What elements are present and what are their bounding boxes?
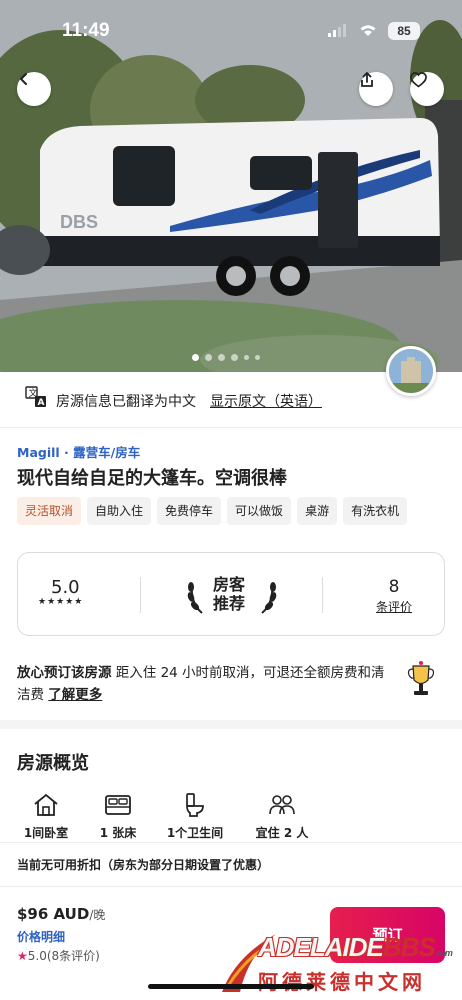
host-avatar-image — [389, 349, 433, 393]
overview-label: 宜住 2 人 — [255, 826, 309, 840]
divider — [0, 842, 462, 843]
photo-pagination[interactable] — [192, 354, 260, 361]
listing-location-type: Magill · 露营车/房车 — [17, 445, 141, 460]
price-details-link[interactable]: 价格明细 — [17, 928, 65, 945]
discount-note: 当前无可用折扣（房东为部分日期设置了优惠） — [17, 858, 270, 872]
pagination-dot — [218, 354, 225, 361]
share-button[interactable] — [359, 72, 393, 106]
translate-icon: 文 A — [25, 386, 47, 412]
status-time: 11:49 — [62, 20, 110, 41]
host-avatar[interactable] — [386, 346, 436, 396]
learn-more-link[interactable]: 了解更多 — [48, 687, 102, 703]
guest-favorite-line1: 房客 — [213, 575, 246, 594]
cancellation-policy: 放心预订该房源 距入住 24 小时前取消，可退还全额房费和清洁费 了解更多 — [17, 662, 387, 706]
nightly-price: $96 AUD/晚 — [17, 905, 105, 923]
back-button[interactable] — [17, 72, 51, 106]
pagination-dot — [255, 355, 260, 360]
guest-favorite-line2: 推荐 — [213, 594, 246, 613]
home-indicator — [148, 984, 314, 989]
watermark-text-en: ADELAIDEBBS.com — [258, 932, 453, 963]
watermark-en-bbs: BBS — [382, 932, 436, 962]
review-count: 8 — [388, 577, 400, 597]
rating-card[interactable]: 5.0 ★★★★★ 房客 推荐 8 条评价 — [17, 552, 445, 636]
star-icon: ★ — [17, 949, 28, 963]
laurel-right-icon — [256, 575, 278, 619]
price-unit: /晚 — [89, 908, 106, 922]
overview-title: 房源概览 — [17, 753, 89, 774]
overview-bathrooms: 1个卫生间 — [149, 790, 241, 841]
overview-guests: 宜住 2 人 — [236, 790, 328, 841]
trophy-icon — [406, 660, 436, 704]
svg-text:A: A — [38, 398, 45, 408]
tag-board-games: 桌游 — [297, 497, 338, 525]
price-amount: $96 AUD — [17, 905, 90, 923]
rating-stars: ★★★★★ — [38, 597, 84, 607]
tag-flexible-cancel: 灵活取消 — [17, 497, 82, 525]
cancellation-heading: 放心预订该房源 — [17, 665, 112, 681]
pagination-dot — [205, 354, 212, 361]
watermark-en-main: ADELAIDE — [258, 932, 384, 962]
show-original-link[interactable]: 显示原文（英语） — [210, 391, 322, 411]
watermark-text-cn: 阿德莱德中文网 — [258, 970, 426, 994]
save-favorite-button[interactable] — [410, 72, 444, 106]
watermark-en-suffix: .com — [434, 948, 453, 958]
laurel-left-icon — [186, 575, 208, 619]
booking-rating: ★5.0(8条评价) — [17, 947, 100, 964]
review-count-link[interactable]: 8 条评价 — [354, 577, 434, 615]
guests-icon — [236, 790, 328, 820]
tag-free-parking: 免费停车 — [157, 497, 222, 525]
rating-value: 5.0 — [51, 577, 80, 598]
pagination-dot — [244, 355, 249, 360]
pagination-dot — [231, 354, 238, 361]
amenity-tags: 灵活取消 自助入住 免费停车 可以做饭 桌游 有洗衣机 — [17, 497, 408, 525]
divider — [0, 886, 462, 887]
status-bar: 11:49 85 — [0, 0, 462, 60]
guest-favorite-badge: 房客 推荐 — [186, 573, 278, 617]
listing-photo[interactable]: DBS 11:49 85 — [0, 0, 462, 372]
svg-text:DBS: DBS — [60, 212, 98, 232]
guest-favorite-label: 房客 推荐 — [213, 575, 245, 613]
divider — [140, 577, 141, 613]
listing-title: 现代自给自足的大篷车。空调很棒 — [17, 468, 287, 489]
tag-self-checkin: 自助入住 — [87, 497, 152, 525]
tag-washer: 有洗衣机 — [343, 497, 408, 525]
tag-kitchen: 可以做饭 — [227, 497, 292, 525]
pagination-dot — [192, 354, 199, 361]
divider — [322, 577, 323, 613]
section-separator — [0, 720, 462, 729]
toilet-icon — [149, 790, 241, 820]
review-label[interactable]: 条评价 — [354, 598, 434, 615]
overview-label: 1个卫生间 — [166, 826, 224, 840]
translation-notice: 房源信息已翻译为中文 — [56, 394, 196, 410]
booking-rating-text: 5.0(8条评价) — [27, 949, 100, 963]
battery-indicator: 85 — [388, 22, 420, 40]
